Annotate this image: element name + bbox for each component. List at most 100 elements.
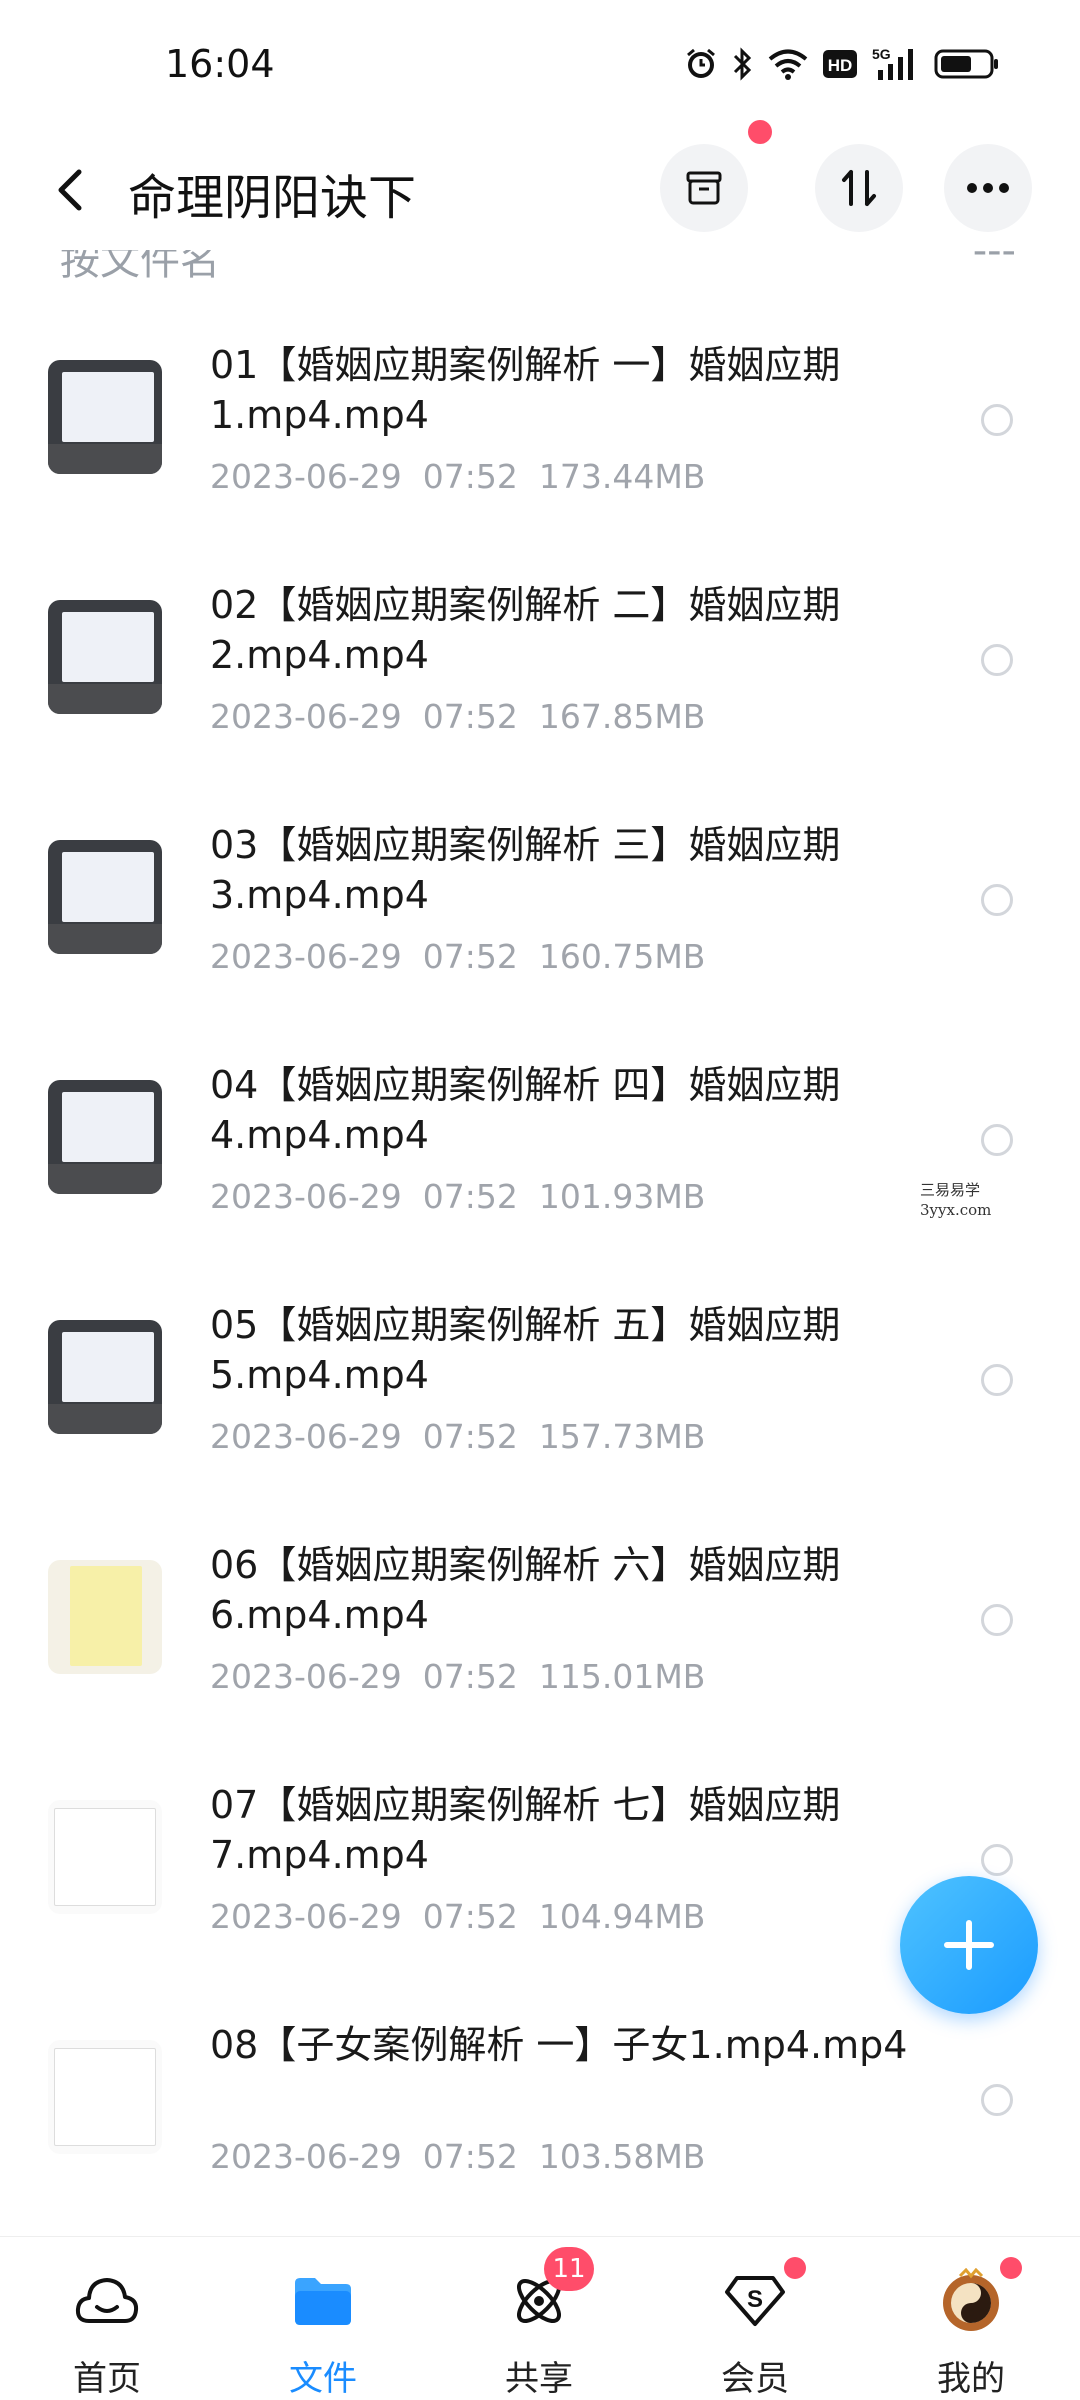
file-meta: 2023-06-29 07:52 167.85MB: [210, 697, 705, 736]
view-toggle[interactable]: ---: [973, 250, 1016, 274]
sort-label: 按文件名: [60, 250, 220, 280]
video-thumbnail: [48, 840, 162, 954]
vip-diamond-icon: S: [721, 2267, 789, 2335]
file-name: 03【婚姻应期案例解析 三】婚姻应期3.mp4.mp4: [210, 823, 841, 917]
bottom-nav: 首页 文件 11 共享 S 会员 我的: [0, 2236, 1080, 2400]
select-radio[interactable]: [981, 1364, 1013, 1396]
file-name: 01【婚姻应期案例解析 一】婚姻应期1.mp4.mp4: [210, 343, 841, 437]
nav-label: 首页: [73, 2359, 141, 2399]
back-button[interactable]: [40, 150, 100, 230]
file-date: 2023-06-29: [210, 1657, 402, 1696]
file-date: 2023-06-29: [210, 937, 402, 976]
nav-files[interactable]: 文件: [248, 2237, 398, 2400]
signal-5g-icon: 5G: [872, 46, 920, 82]
bluetooth-icon: [732, 47, 754, 81]
file-time: 07:52: [422, 1417, 518, 1456]
file-time: 07:52: [422, 2137, 518, 2176]
status-icons: HD 5G: [684, 46, 1000, 82]
file-date: 2023-06-29: [210, 1177, 402, 1216]
svg-text:S: S: [747, 2286, 763, 2313]
video-thumbnail: [48, 1800, 162, 1914]
page-title: 命理阴阳诀下: [128, 170, 417, 226]
file-meta: 2023-06-29 07:52 173.44MB: [210, 457, 705, 496]
file-date: 2023-06-29: [210, 697, 402, 736]
file-name: 02【婚姻应期案例解析 二】婚姻应期2.mp4.mp4: [210, 583, 841, 677]
select-radio[interactable]: [981, 2084, 1013, 2116]
file-item[interactable]: 02【婚姻应期案例解析 二】婚姻应期2.mp4.mp4 2023-06-29 0…: [0, 540, 1080, 780]
file-time: 07:52: [422, 1657, 518, 1696]
archive-icon: [686, 171, 722, 205]
file-time: 07:52: [422, 457, 518, 496]
cloud-icon: [73, 2267, 141, 2335]
nav-label: 会员: [721, 2359, 789, 2399]
nav-label: 共享: [505, 2359, 573, 2399]
file-meta: 2023-06-29 07:52 104.94MB: [210, 1897, 705, 1936]
select-radio[interactable]: [981, 1604, 1013, 1636]
file-name: 07【婚姻应期案例解析 七】婚姻应期7.mp4.mp4: [210, 1783, 841, 1877]
file-item[interactable]: 04【婚姻应期案例解析 四】婚姻应期4.mp4.mp4 2023-06-29 0…: [0, 1020, 1080, 1260]
vip-dot: [784, 2257, 806, 2279]
add-button[interactable]: [900, 1876, 1038, 2014]
sort-button[interactable]: [815, 144, 903, 232]
more-button[interactable]: [944, 144, 1032, 232]
sort-row[interactable]: 按文件名 ---: [0, 250, 1080, 280]
back-arrow-icon: [58, 169, 82, 211]
svg-text:HD: HD: [828, 56, 853, 75]
file-date: 2023-06-29: [210, 1417, 402, 1456]
nav-me[interactable]: 我的: [896, 2237, 1046, 2400]
file-item[interactable]: 08【子女案例解析 一】子女1.mp4.mp4 2023-06-29 07:52…: [0, 1980, 1080, 2220]
file-meta: 2023-06-29 07:52 101.93MB: [210, 1177, 705, 1216]
file-item[interactable]: 05【婚姻应期案例解析 五】婚姻应期5.mp4.mp4 2023-06-29 0…: [0, 1260, 1080, 1500]
video-thumbnail: [48, 600, 162, 714]
more-icon: [967, 183, 1009, 193]
hd-icon: HD: [822, 49, 858, 79]
svg-text:5G: 5G: [872, 46, 891, 62]
archive-button[interactable]: [660, 144, 748, 232]
nav-label: 文件: [289, 2359, 357, 2399]
file-size: 101.93MB: [538, 1177, 706, 1216]
video-thumbnail: [48, 2040, 162, 2154]
file-meta: 2023-06-29 07:52 115.01MB: [210, 1657, 705, 1696]
nav-label: 我的: [937, 2359, 1005, 2399]
file-size: 160.75MB: [538, 937, 706, 976]
file-name: 05【婚姻应期案例解析 五】婚姻应期5.mp4.mp4: [210, 1303, 841, 1397]
file-size: 115.01MB: [538, 1657, 706, 1696]
folder-icon: [289, 2267, 357, 2335]
select-radio[interactable]: [981, 1844, 1013, 1876]
select-radio[interactable]: [981, 1124, 1013, 1156]
status-bar: 16:04 HD 5G: [0, 0, 1080, 130]
file-size: 173.44MB: [538, 457, 706, 496]
me-dot: [1000, 2257, 1022, 2279]
file-item[interactable]: 01【婚姻应期案例解析 一】婚姻应期1.mp4.mp4 2023-06-29 0…: [0, 300, 1080, 540]
file-size: 104.94MB: [538, 1897, 706, 1936]
file-name: 04【婚姻应期案例解析 四】婚姻应期4.mp4.mp4: [210, 1063, 841, 1157]
file-time: 07:52: [422, 1897, 518, 1936]
file-meta: 2023-06-29 07:52 103.58MB: [210, 2137, 705, 2176]
nav-vip[interactable]: S 会员: [680, 2237, 830, 2400]
watermark-line2: 3yyx.com: [920, 1201, 992, 1219]
file-time: 07:52: [422, 937, 518, 976]
file-meta: 2023-06-29 07:52 160.75MB: [210, 937, 705, 976]
file-size: 103.58MB: [538, 2137, 706, 2176]
watermark-line1: 三易易学: [920, 1181, 981, 1199]
select-radio[interactable]: [981, 884, 1013, 916]
plus-icon: [944, 1920, 994, 1970]
nav-share[interactable]: 11 共享: [464, 2237, 614, 2400]
wifi-icon: [768, 48, 808, 80]
file-item[interactable]: 06【婚姻应期案例解析 六】婚姻应期6.mp4.mp4 2023-06-29 0…: [0, 1500, 1080, 1740]
file-size: 157.73MB: [538, 1417, 706, 1456]
file-name: 08【子女案例解析 一】子女1.mp4.mp4: [210, 2023, 908, 2067]
video-thumbnail: [48, 1320, 162, 1434]
avatar-icon: [937, 2267, 1005, 2335]
file-time: 07:52: [422, 697, 518, 736]
file-item[interactable]: 03【婚姻应期案例解析 三】婚姻应期3.mp4.mp4 2023-06-29 0…: [0, 780, 1080, 1020]
status-time: 16:04: [165, 42, 275, 86]
file-date: 2023-06-29: [210, 1897, 402, 1936]
header: 命理阴阳诀下: [0, 130, 1080, 250]
file-name: 06【婚姻应期案例解析 六】婚姻应期6.mp4.mp4: [210, 1543, 841, 1637]
nav-home[interactable]: 首页: [32, 2237, 182, 2400]
notification-dot: [748, 120, 772, 144]
watermark: 三易易学 3yyx.com: [920, 1180, 991, 1220]
select-radio[interactable]: [981, 404, 1013, 436]
select-radio[interactable]: [981, 644, 1013, 676]
